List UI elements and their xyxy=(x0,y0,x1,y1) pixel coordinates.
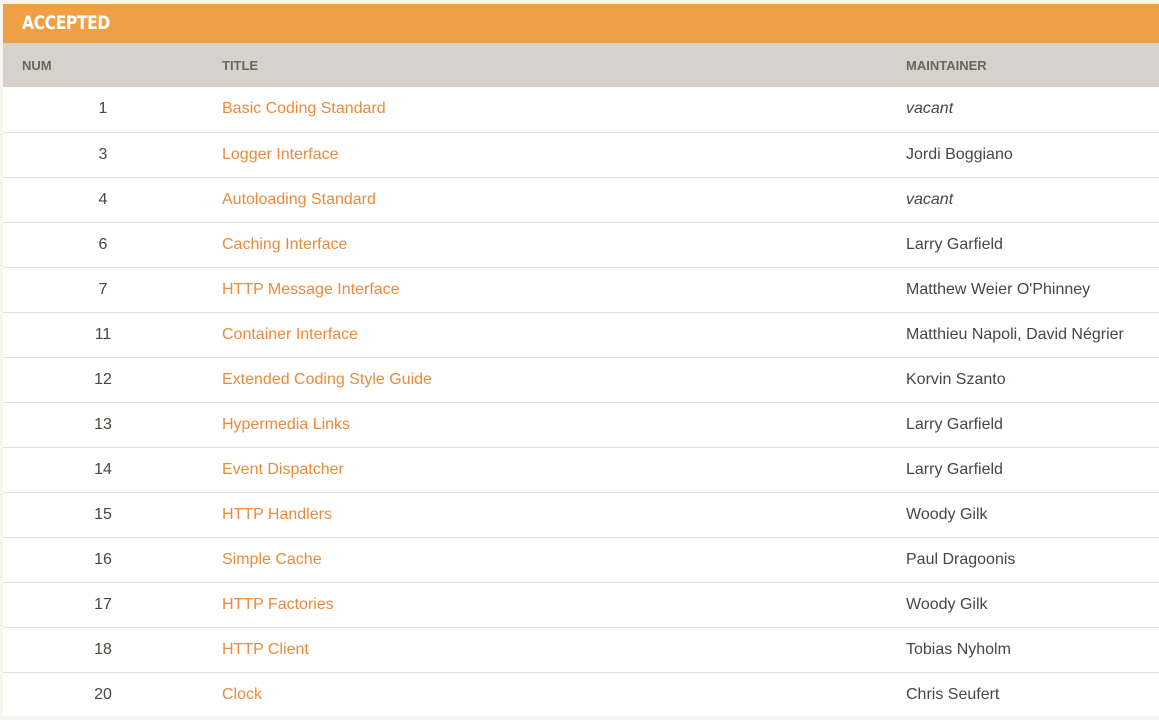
row-maintainer: vacant xyxy=(906,190,954,208)
row-title-cell: Extended Coding Style Guide xyxy=(222,357,906,402)
row-maintainer: Paul Dragoonis xyxy=(906,550,1016,568)
row-num: 3 xyxy=(98,145,108,163)
row-num: 6 xyxy=(98,235,108,253)
row-maintainer: vacant xyxy=(906,100,954,118)
row-num: 17 xyxy=(94,595,112,613)
row-maintainer: Woody Gilk xyxy=(906,595,988,613)
row-maintainer: Chris Seufert xyxy=(906,685,1000,703)
column-header-maintainer: MAINTAINER xyxy=(906,57,987,73)
row-maintainer: Woody Gilk xyxy=(906,505,988,523)
row-num: 11 xyxy=(94,325,112,343)
row-title-link[interactable]: Basic Coding Standard xyxy=(222,100,386,117)
row-num-cell: 15 xyxy=(3,492,222,537)
row-num: 1 xyxy=(98,100,108,118)
row-title-link[interactable]: Event Dispatcher xyxy=(222,461,344,478)
row-num: 20 xyxy=(94,685,112,703)
row-maintainer: Matthieu Napoli, David Négrier xyxy=(906,325,1124,343)
row-maintainer: Larry Garfield xyxy=(906,460,1003,478)
row-title-link[interactable]: Clock xyxy=(222,686,262,703)
row-num-cell: 18 xyxy=(3,627,222,672)
row-title-cell: HTTP Factories xyxy=(222,582,906,627)
row-maintainer: Tobias Nyholm xyxy=(906,640,1011,658)
row-title-link[interactable]: Logger Interface xyxy=(222,146,339,163)
section-header: ACCEPTED xyxy=(3,4,1159,43)
row-num: 4 xyxy=(98,190,108,208)
table-row: 7 HTTP Message Interface Matthew Weier O'P… xyxy=(3,267,1159,312)
row-title-link[interactable]: HTTP Factories xyxy=(222,596,334,613)
row-num-cell: 14 xyxy=(3,447,222,492)
row-title-cell: Event Dispatcher xyxy=(222,447,906,492)
row-num-cell: 7 xyxy=(3,267,222,312)
table-row: 1 Basic Coding Standard vacant xyxy=(3,87,1159,132)
row-title-link[interactable]: Simple Cache xyxy=(222,551,322,568)
row-title-link[interactable]: Autoloading Standard xyxy=(222,191,376,208)
row-num-cell: 20 xyxy=(3,672,222,717)
column-header-title: TITLE xyxy=(222,57,259,73)
row-maintainer: Larry Garfield xyxy=(906,415,1003,433)
row-num-cell: 1 xyxy=(3,87,222,132)
table-row: 6 Caching Interface Larry Garfield xyxy=(3,222,1159,267)
table-row: 4 Autoloading Standard vacant xyxy=(3,177,1159,222)
row-title-cell: Caching Interface xyxy=(222,222,906,267)
row-title-link[interactable]: HTTP Handlers xyxy=(222,506,332,523)
row-num-cell: 6 xyxy=(3,222,222,267)
row-num-cell: 11 xyxy=(3,312,222,357)
row-num-cell: 3 xyxy=(3,132,222,177)
row-title-cell: Autoloading Standard xyxy=(222,177,906,222)
table-row: 14 Event Dispatcher Larry Garfield xyxy=(3,447,1159,492)
table-body: 1 Basic Coding Standard vacant 3 Logger Inte… xyxy=(3,87,1159,717)
row-maintainer: Matthew Weier O'Phinney xyxy=(906,280,1091,298)
row-title-link[interactable]: HTTP Client xyxy=(222,641,309,658)
row-maintainer: Jordi Boggiano xyxy=(906,145,1013,163)
row-title-link[interactable]: HTTP Message Interface xyxy=(222,281,400,298)
row-num: 12 xyxy=(94,370,112,388)
table-header: NUM TITLE MAINTAINER xyxy=(3,43,1159,87)
row-num-cell: 16 xyxy=(3,537,222,582)
table-row: 12 Extended Coding Style Guide Korvin Szan… xyxy=(3,357,1159,402)
row-title-cell: Clock xyxy=(222,672,906,717)
section-title: ACCEPTED xyxy=(22,12,110,34)
table-row: 15 HTTP Handlers Woody Gilk xyxy=(3,492,1159,537)
row-title-cell: Basic Coding Standard xyxy=(222,87,906,132)
row-title-cell: Hypermedia Links xyxy=(222,402,906,447)
row-num: 18 xyxy=(94,640,112,658)
row-num: 13 xyxy=(94,415,112,433)
row-num: 14 xyxy=(94,460,112,478)
table-header-row: NUM TITLE MAINTAINER xyxy=(3,43,1159,87)
row-num-cell: 13 xyxy=(3,402,222,447)
row-title-link[interactable]: Container Interface xyxy=(222,326,358,343)
table-row: 17 HTTP Factories Woody Gilk xyxy=(3,582,1159,627)
table-row: 18 HTTP Client Tobias Nyholm xyxy=(3,627,1159,672)
row-num: 16 xyxy=(94,550,112,568)
row-title-cell: Logger Interface xyxy=(222,132,906,177)
row-title-link[interactable]: Caching Interface xyxy=(222,236,347,253)
row-num: 15 xyxy=(94,505,112,523)
table-row: 16 Simple Cache Paul Dragoonis xyxy=(3,537,1159,582)
row-maintainer: Korvin Szanto xyxy=(906,370,1006,388)
row-title-cell: Simple Cache xyxy=(222,537,906,582)
table-row: 3 Logger Interface Jordi Boggiano xyxy=(3,132,1159,177)
row-title-cell: HTTP Handlers xyxy=(222,492,906,537)
accepted-panel: ACCEPTED NUM TITLE MAINTAINER 1 Basic Cod… xyxy=(3,4,1159,716)
row-title-cell: Container Interface xyxy=(222,312,906,357)
row-num: 7 xyxy=(98,280,108,298)
row-num-cell: 12 xyxy=(3,357,222,402)
psr-table: NUM TITLE MAINTAINER 1 Basic Coding Stand… xyxy=(3,43,1159,717)
row-num-cell: 4 xyxy=(3,177,222,222)
table-row: 11 Container Interface Matthieu Napoli, Da… xyxy=(3,312,1159,357)
table-row: 20 Clock Chris Seufert xyxy=(3,672,1159,717)
row-title-cell: HTTP Client xyxy=(222,627,906,672)
row-maintainer: Larry Garfield xyxy=(906,235,1003,253)
table-row: 13 Hypermedia Links Larry Garfield xyxy=(3,402,1159,447)
row-title-cell: HTTP Message Interface xyxy=(222,267,906,312)
row-title-link[interactable]: Extended Coding Style Guide xyxy=(222,371,432,388)
row-num-cell: 17 xyxy=(3,582,222,627)
row-title-link[interactable]: Hypermedia Links xyxy=(222,416,350,433)
column-header-num: NUM xyxy=(22,57,52,73)
